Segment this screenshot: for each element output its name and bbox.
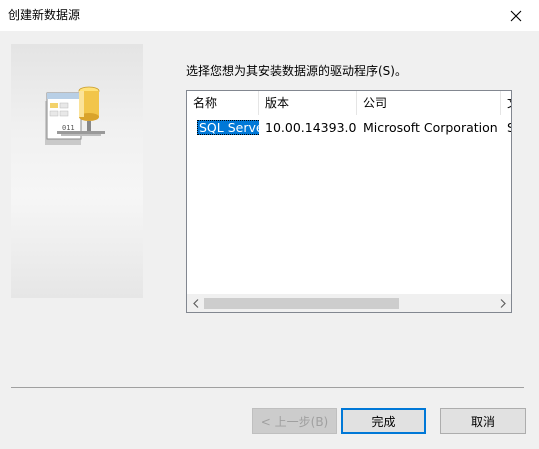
driver-file: S <box>501 116 511 140</box>
driver-version: 10.00.14393.00 <box>265 120 357 135</box>
chevron-left-icon <box>192 299 198 308</box>
column-header-name[interactable]: 名称 <box>187 91 259 115</box>
close-button[interactable] <box>493 0 539 31</box>
chevron-right-icon <box>500 299 506 308</box>
scroll-thumb[interactable] <box>204 298 399 309</box>
scroll-left-button[interactable] <box>187 295 204 312</box>
database-driver-icon: 011 <box>45 86 105 145</box>
column-header-company[interactable]: 公司 <box>357 91 501 115</box>
driver-name: SQL Server <box>197 120 259 135</box>
scroll-right-button[interactable] <box>494 295 511 312</box>
driver-name-cell: SQL Server <box>187 116 259 140</box>
finish-button[interactable]: 完成 <box>341 408 426 434</box>
window-title: 创建新数据源 <box>8 8 81 22</box>
list-header: 名称 版本 公司 文 <box>187 91 511 115</box>
driver-list[interactable]: 名称 版本 公司 文 SQL Server 10.00.14393.00 Mic… <box>186 90 512 313</box>
title-bar: 创建新数据源 <box>0 0 539 31</box>
wizard-side-panel: 011 <box>11 44 143 298</box>
column-header-file[interactable]: 文 <box>501 91 511 115</box>
close-icon <box>510 10 522 21</box>
back-button[interactable]: < 上一步(B) <box>252 408 337 434</box>
list-item[interactable]: SQL Server 10.00.14393.00 Microsoft Corp… <box>187 116 511 140</box>
horizontal-scrollbar[interactable] <box>187 294 511 312</box>
column-header-version[interactable]: 版本 <box>259 91 357 115</box>
instruction-text: 选择您想为其安装数据源的驱动程序(S)。 <box>186 64 407 78</box>
driver-company: Microsoft Corporation <box>363 120 498 135</box>
cancel-button[interactable]: 取消 <box>440 408 526 434</box>
divider <box>11 387 524 388</box>
svg-text:011: 011 <box>62 124 75 132</box>
